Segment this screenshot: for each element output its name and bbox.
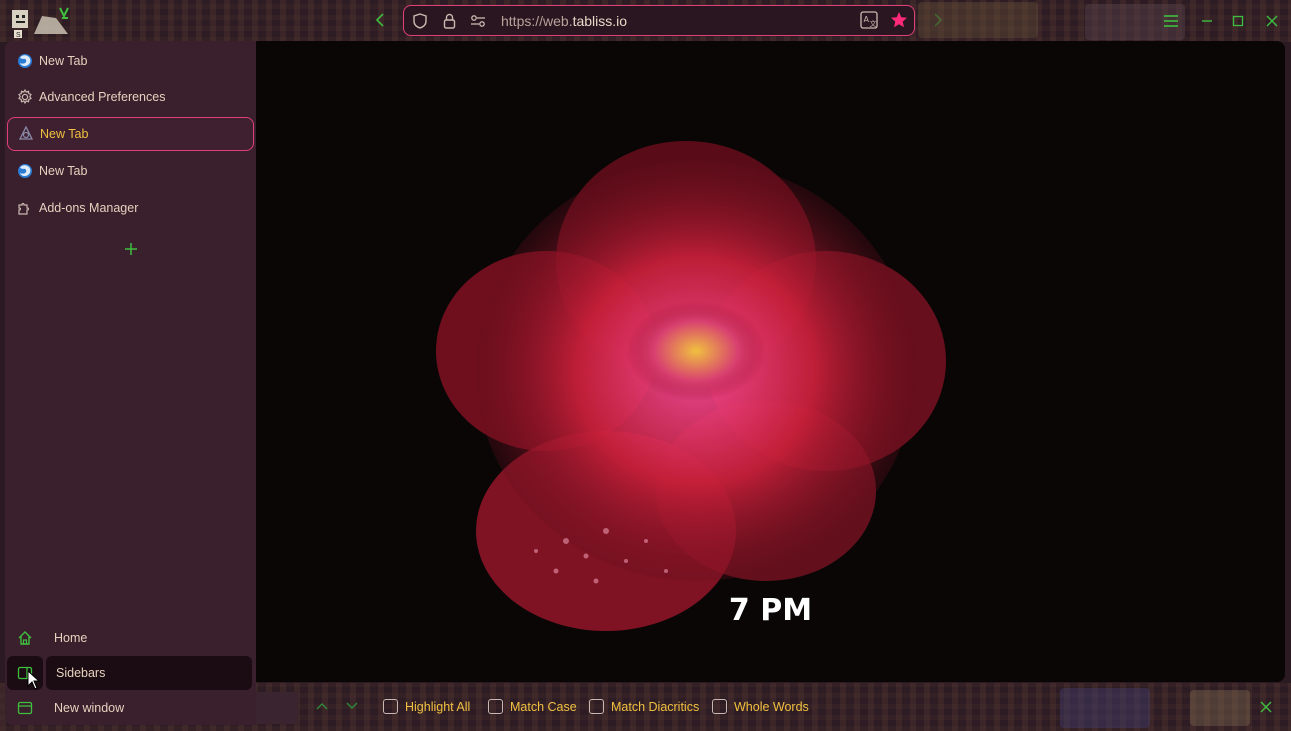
- highlight-all-checkbox[interactable]: Highlight All: [383, 699, 470, 714]
- toolbar: S https://web.tabliss.io A文: [0, 0, 1291, 42]
- chevron-right-icon: [934, 13, 943, 27]
- tab-label: Advanced Preferences: [39, 90, 166, 104]
- minimize-icon: [1202, 20, 1212, 22]
- svg-text:文: 文: [870, 19, 877, 28]
- sidebar-item-home[interactable]: Home: [7, 621, 254, 655]
- sidebar-item-label: New window: [54, 701, 125, 715]
- flower-wallpaper-image: [436, 141, 946, 631]
- tabliss-icon: [18, 126, 34, 142]
- sidebar-item-label-box: Sidebars: [46, 656, 252, 690]
- page-content: 7 PM: [256, 41, 1285, 682]
- menu-button[interactable]: [1162, 12, 1180, 30]
- url-bar[interactable]: https://web.tabliss.io A文: [403, 5, 915, 36]
- whole-words-checkbox[interactable]: Whole Words: [712, 699, 809, 714]
- time-display: 7 PM: [728, 593, 813, 628]
- maximize-icon: [1232, 15, 1244, 27]
- match-case-checkbox[interactable]: Match Case: [488, 699, 577, 714]
- close-window-button[interactable]: [1263, 12, 1281, 30]
- tab-label: New Tab: [39, 164, 88, 178]
- find-bar: Highlight All Match Case Match Diacritic…: [256, 688, 1291, 731]
- tab-label: Add-ons Manager: [39, 201, 139, 215]
- tab-new-tab-1[interactable]: New Tab: [7, 44, 254, 78]
- maximize-button[interactable]: [1229, 12, 1247, 30]
- checkbox-label: Match Case: [510, 699, 577, 714]
- checkbox-label: Whole Words: [734, 699, 809, 714]
- vertical-tabs-sidebar: New Tab Advanced Preferences New Tab New…: [5, 41, 256, 725]
- plus-icon: [125, 243, 137, 255]
- url-text[interactable]: https://web.tabliss.io: [501, 13, 627, 29]
- checkbox[interactable]: [589, 699, 604, 714]
- url-domain: tabliss.io: [572, 12, 628, 29]
- close-icon: [1266, 15, 1278, 27]
- firefox-icon: [17, 163, 33, 179]
- chevron-down-icon: [346, 702, 358, 709]
- tab-new-tab-active[interactable]: New Tab: [7, 117, 254, 151]
- puzzle-icon: [17, 200, 33, 216]
- checkbox[interactable]: [488, 699, 503, 714]
- checkbox-label: Match Diacritics: [611, 699, 700, 714]
- sidebar-item-label: Sidebars: [56, 666, 106, 680]
- back-button[interactable]: [370, 10, 390, 30]
- url-prefix: https://web.: [501, 12, 573, 29]
- checkbox-label: Highlight All: [405, 699, 471, 714]
- mouse-cursor-icon: [27, 670, 41, 690]
- chevron-up-icon: [316, 703, 328, 710]
- firefox-icon: [17, 53, 33, 69]
- translate-icon[interactable]: A文: [860, 11, 878, 34]
- close-find-bar-button[interactable]: [1257, 700, 1275, 718]
- checkbox[interactable]: [712, 699, 727, 714]
- checkbox[interactable]: [383, 699, 398, 714]
- minimize-button[interactable]: [1198, 12, 1216, 30]
- lock-icon[interactable]: [441, 13, 457, 29]
- new-tab-button[interactable]: [123, 239, 139, 259]
- tab-new-tab-2[interactable]: New Tab: [7, 154, 254, 188]
- svg-text:S: S: [16, 32, 21, 39]
- sidebar-item-new-window[interactable]: New window: [7, 691, 254, 725]
- shield-icon[interactable]: [412, 12, 428, 29]
- bookmark-star-icon[interactable]: [890, 11, 908, 34]
- chevron-left-icon: [375, 13, 384, 27]
- match-diacritics-checkbox[interactable]: Match Diacritics: [589, 699, 699, 714]
- profile-avatar-icon[interactable]: S: [8, 4, 84, 40]
- forward-button[interactable]: [928, 10, 948, 30]
- tab-addons-manager[interactable]: Add-ons Manager: [7, 191, 254, 225]
- find-next-button[interactable]: [344, 698, 360, 718]
- close-icon: [1260, 701, 1272, 713]
- tab-advanced-preferences[interactable]: Advanced Preferences: [7, 80, 254, 114]
- find-previous-button[interactable]: [314, 698, 330, 718]
- find-input[interactable]: [256, 692, 298, 724]
- tab-label: New Tab: [39, 54, 88, 68]
- gear-icon: [17, 89, 33, 105]
- permissions-icon[interactable]: [470, 13, 486, 29]
- hamburger-menu-icon: [1164, 15, 1178, 27]
- new-window-icon: [7, 691, 43, 725]
- home-icon: [7, 621, 43, 655]
- tab-label: New Tab: [40, 127, 89, 141]
- sidebar-item-label: Home: [54, 631, 88, 645]
- sidebar-item-sidebars[interactable]: Sidebars: [7, 656, 254, 690]
